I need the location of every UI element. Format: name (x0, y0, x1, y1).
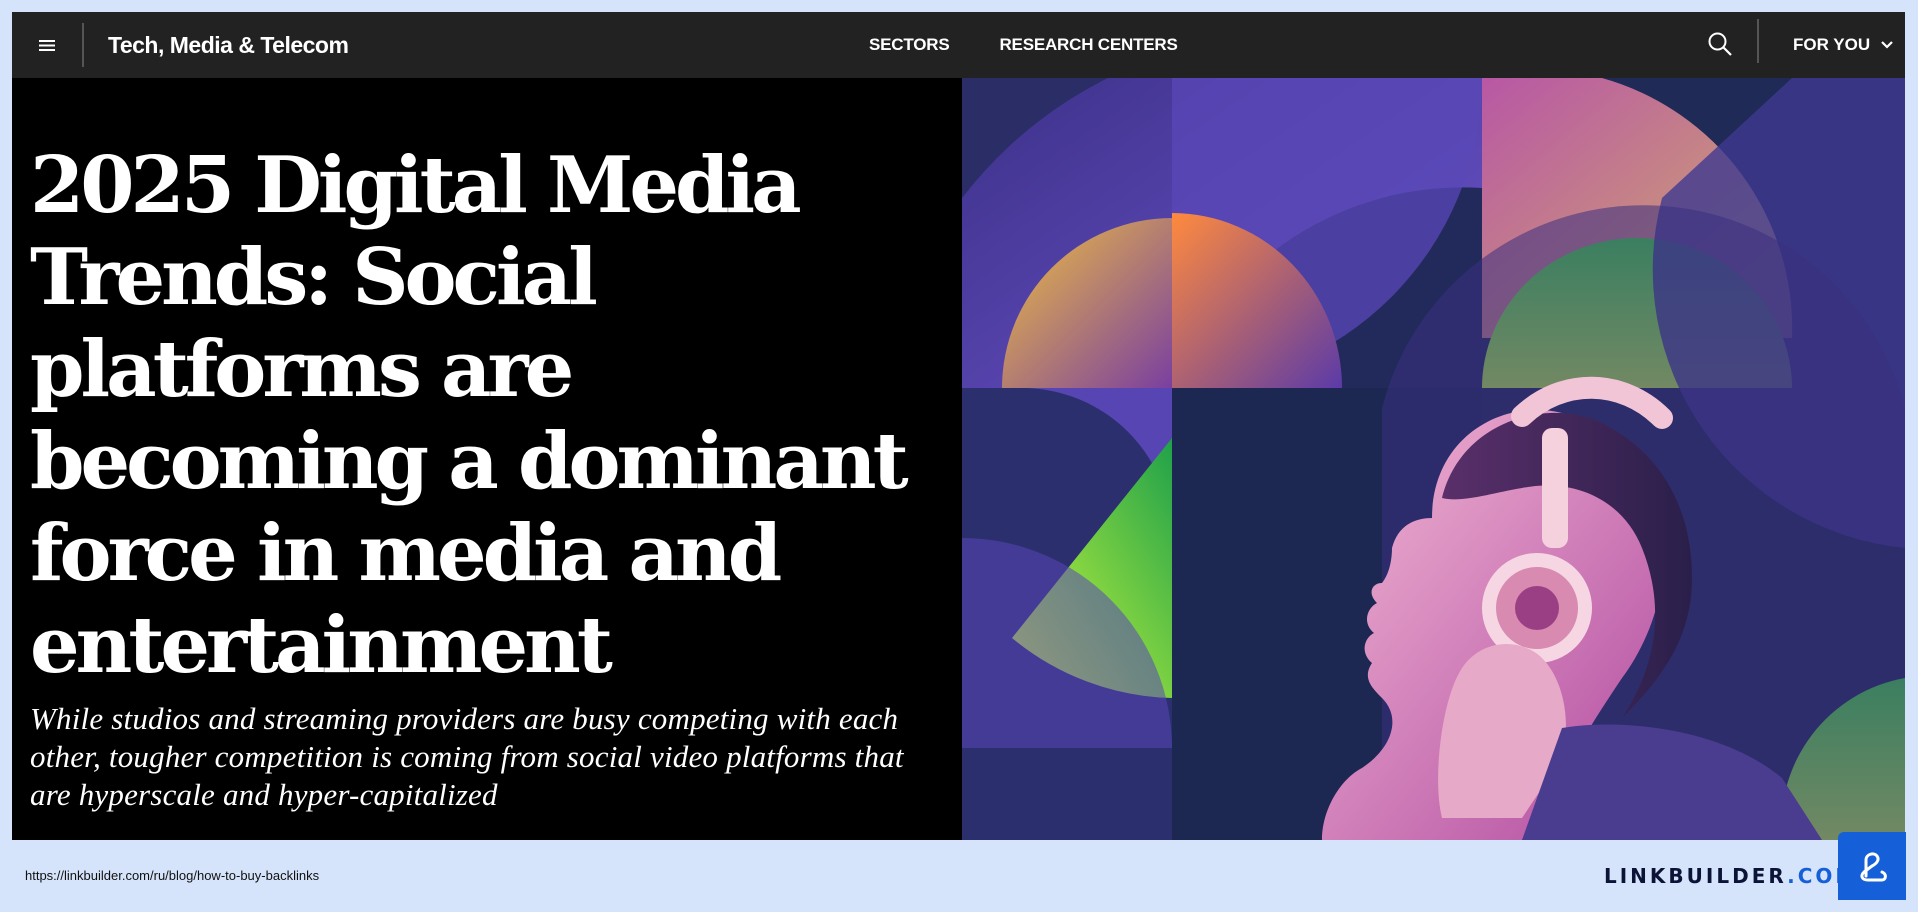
brand-name: LINKBUILDER (1604, 864, 1788, 888)
hero-subtitle: While studios and streaming providers ar… (30, 701, 904, 812)
menu-button[interactable] (12, 12, 82, 78)
hero-title: 2025 Digital Media Trends: Social platfo… (30, 140, 909, 691)
hero-illustration (962, 78, 1905, 840)
hero-text-panel: 2025 Digital Media Trends: Social platfo… (12, 78, 962, 840)
page-frame: Tech, Media & Telecom SECTORS RESEARCH C… (12, 12, 1905, 840)
divider (1757, 19, 1759, 63)
linkbuilder-logo-icon[interactable] (1838, 832, 1906, 900)
footer-url[interactable]: https://linkbuilder.com/ru/blog/how-to-b… (25, 868, 319, 883)
divider (82, 23, 84, 67)
for-you-label: FOR YOU (1793, 35, 1871, 54)
brand-dot: . (1787, 864, 1798, 888)
site-title[interactable]: Tech, Media & Telecom (108, 32, 349, 59)
linkbuilder-logo-icon (1860, 852, 1887, 882)
top-navigation-bar: Tech, Media & Telecom SECTORS RESEARCH C… (12, 12, 1905, 78)
nav-research-centers[interactable]: RESEARCH CENTERS (999, 35, 1177, 55)
hamburger-menu-icon (39, 40, 55, 51)
brand-wordmark[interactable]: LINKBUILDER.COM (1604, 864, 1858, 888)
chevron-down-icon (1881, 41, 1893, 49)
for-you-dropdown[interactable]: FOR YOU (1793, 12, 1894, 78)
nav-sectors[interactable]: SECTORS (869, 35, 950, 55)
search-button[interactable] (1702, 26, 1738, 62)
search-icon (1708, 32, 1732, 56)
primary-nav: SECTORS RESEARCH CENTERS (869, 12, 1178, 78)
